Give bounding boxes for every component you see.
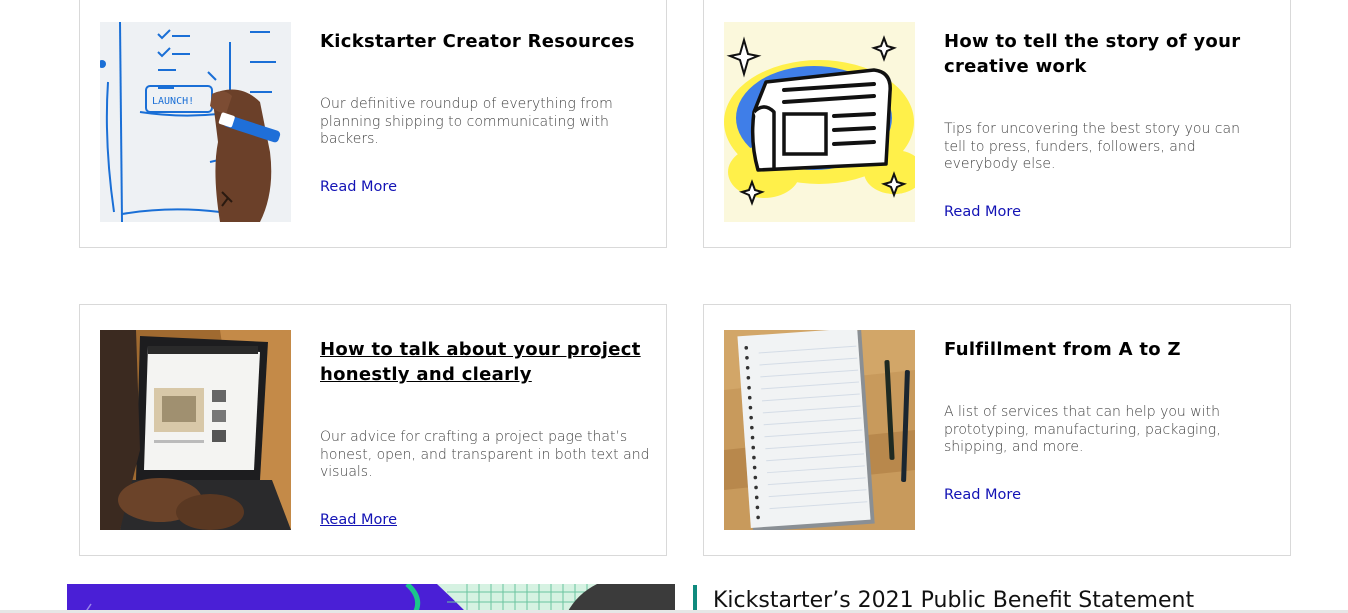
- laptop-photo: [100, 330, 291, 530]
- resource-card-creator-resources: LAUNCH! Kickstarter Creator Resources Ou…: [79, 0, 667, 248]
- notebook-photo: [724, 330, 915, 530]
- resource-card-tell-story: How to tell the story of your creative w…: [703, 0, 1291, 248]
- read-more-link[interactable]: Read More: [944, 487, 1021, 503]
- read-more-link[interactable]: Read More: [944, 204, 1021, 220]
- launch-text: LAUNCH!: [152, 96, 194, 107]
- notebook-image[interactable]: [724, 330, 915, 530]
- read-more-link[interactable]: Read More: [320, 179, 397, 195]
- read-more-link[interactable]: Read More: [320, 512, 397, 528]
- newspaper-illustration: [724, 22, 915, 222]
- card-title[interactable]: Kickstarter Creator Resources: [320, 29, 650, 54]
- newspaper-image[interactable]: [724, 22, 915, 222]
- whiteboard-image[interactable]: LAUNCH!: [100, 22, 291, 222]
- card-title[interactable]: Fulfillment from A to Z: [944, 337, 1274, 362]
- resource-card-talk-project: How to talk about your project honestly …: [79, 304, 667, 556]
- banner-graphic: [67, 584, 675, 613]
- accent-bar: [693, 585, 697, 610]
- laptop-image[interactable]: [100, 330, 291, 530]
- resource-card-fulfillment: Fulfillment from A to Z A list of servic…: [703, 304, 1291, 556]
- card-title[interactable]: How to talk about your project honestly …: [320, 337, 650, 387]
- card-description: Tips for uncovering the best story you c…: [944, 121, 1240, 172]
- card-description: Our advice for crafting a project page t…: [320, 429, 650, 480]
- card-description: A list of services that can help you wit…: [944, 404, 1221, 455]
- card-description: Our definitive roundup of everything fro…: [320, 96, 613, 147]
- whiteboard-illustration: LAUNCH!: [100, 22, 291, 222]
- card-title[interactable]: How to tell the story of your creative w…: [944, 29, 1244, 79]
- public-benefit-banner-image[interactable]: [67, 584, 675, 613]
